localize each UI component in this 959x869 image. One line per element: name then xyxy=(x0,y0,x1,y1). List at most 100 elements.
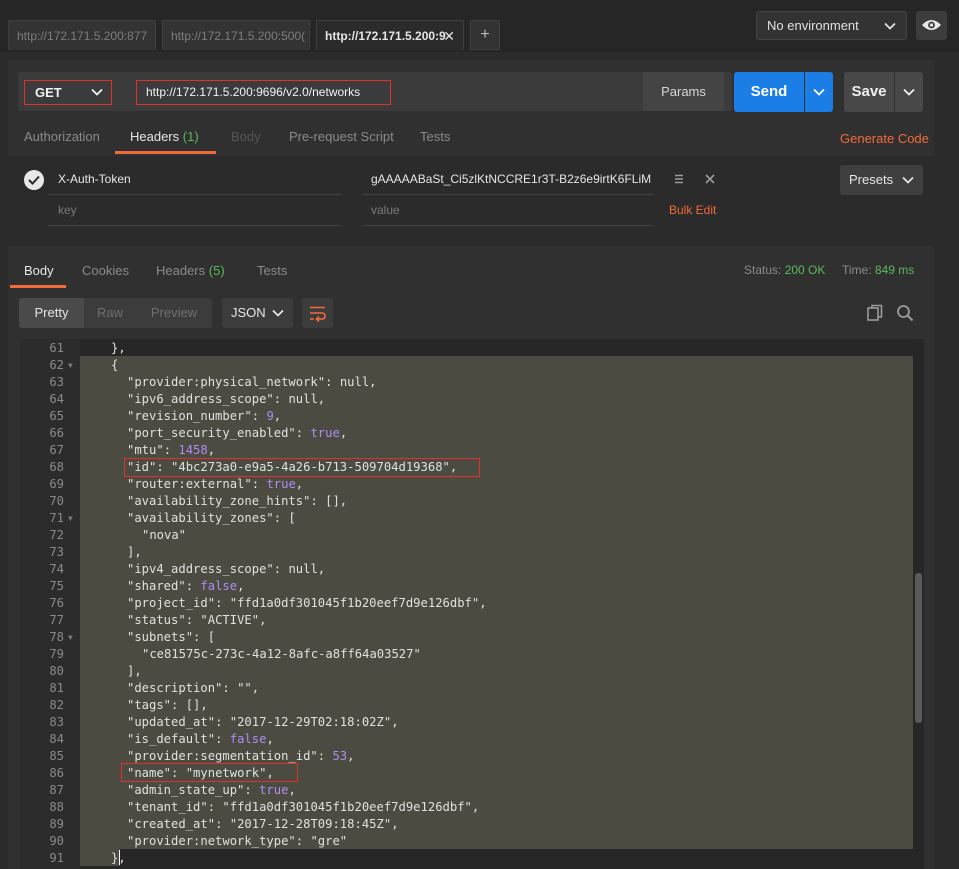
header-key-input[interactable]: X-Auth-Token xyxy=(48,168,342,195)
wrap-lines-button[interactable] xyxy=(302,298,333,328)
editor-scrollbar-thumb[interactable] xyxy=(915,573,922,723)
code-token: , xyxy=(237,579,245,593)
active-tab-indicator xyxy=(115,151,216,154)
code-token: : [], xyxy=(310,494,348,508)
code-token: "project_id" xyxy=(127,596,216,610)
code-token: , xyxy=(479,596,487,610)
drag-handle-icon[interactable] xyxy=(673,173,685,185)
request-tab-2[interactable]: http://172.171.5.200:500( xyxy=(162,20,310,50)
header-enabled-checkbox[interactable] xyxy=(24,170,44,190)
annotation-box-name xyxy=(121,763,298,782)
response-tab-cookies[interactable]: Cookies xyxy=(82,263,129,278)
code-text: ], xyxy=(127,663,142,680)
code-token: "port_security_enabled" xyxy=(127,426,296,440)
line-number: 77 xyxy=(49,613,64,627)
url-input[interactable]: http://172.171.5.200:9696/v2.0/networks xyxy=(136,80,391,105)
code-text: "subnets": [ xyxy=(127,629,215,646)
view-raw-button[interactable]: Raw xyxy=(84,298,136,328)
code-token: : xyxy=(163,443,179,457)
tab-body[interactable]: Body xyxy=(231,129,261,144)
code-token: "ipv6_address_scope" xyxy=(127,392,274,406)
line-number: 63 xyxy=(49,375,64,389)
generate-code-link[interactable]: Generate Code xyxy=(840,131,929,146)
method-select[interactable]: GET xyxy=(24,80,112,105)
code-line: 79 "ce81575c-273c-4a12-8afc-a8ff64a03527" xyxy=(20,646,910,663)
new-header-value-input[interactable]: value xyxy=(362,199,654,226)
code-token: : [], xyxy=(171,698,208,712)
code-line: 91}, xyxy=(20,850,910,867)
code-token: : xyxy=(215,596,230,610)
code-token: "provider:network_type" xyxy=(127,834,296,848)
tab-prerequest-script[interactable]: Pre-request Script xyxy=(289,129,394,144)
params-button[interactable]: Params xyxy=(642,72,724,111)
code-token: null xyxy=(288,562,318,576)
chevron-down-icon xyxy=(813,88,825,96)
presets-select[interactable]: Presets xyxy=(840,165,923,195)
environment-select[interactable]: No environment xyxy=(756,11,907,40)
tab-tests[interactable]: Tests xyxy=(420,129,450,144)
close-tab-icon[interactable]: ✕ xyxy=(443,21,455,50)
line-number: 69 xyxy=(49,477,64,491)
search-icon[interactable] xyxy=(896,304,914,322)
line-number: 62 xyxy=(49,358,64,372)
copy-icon[interactable] xyxy=(866,304,884,322)
send-button[interactable]: Send xyxy=(734,72,804,112)
delete-header-icon[interactable] xyxy=(703,172,717,186)
code-token: true xyxy=(259,783,289,797)
code-token: "router:external" xyxy=(127,477,252,491)
response-tab-headers[interactable]: Headers (5) xyxy=(156,263,225,278)
code-text: "tenant_id": "ffd1a0df301045f1b20eef7d9e… xyxy=(127,799,479,816)
code-line: 77 "status": "ACTIVE", xyxy=(20,612,910,629)
code-token: , xyxy=(251,681,260,695)
fold-toggle-icon[interactable]: ▼ xyxy=(68,357,73,374)
code-token: : [ xyxy=(193,630,216,644)
tab-headers[interactable]: Headers (1) xyxy=(130,129,199,144)
code-token: "availability_zones" xyxy=(127,511,274,525)
response-headers-count-badge: (5) xyxy=(208,263,225,278)
code-line: 90 "provider:network_type": "gre" xyxy=(20,833,910,850)
code-token: "nova" xyxy=(142,528,187,542)
view-preview-button[interactable]: Preview xyxy=(136,298,212,328)
code-line: 67 "mtu": 1458, xyxy=(20,442,910,459)
request-tab-active[interactable]: http://172.171.5.200:9 ✕ xyxy=(316,20,464,50)
view-pretty-button[interactable]: Pretty xyxy=(19,298,84,328)
tab-headers-label: Headers xyxy=(130,129,180,144)
save-button[interactable]: Save xyxy=(844,72,894,112)
code-token: "tags" xyxy=(127,698,172,712)
bulk-edit-link[interactable]: Bulk Edit xyxy=(669,203,716,217)
line-number: 78 xyxy=(49,630,64,644)
code-text: "ipv6_address_scope": null, xyxy=(127,391,325,408)
save-options-button[interactable] xyxy=(895,72,923,112)
code-text: "revision_number": 9, xyxy=(127,408,281,425)
code-token: : xyxy=(215,817,230,831)
format-value: JSON xyxy=(231,305,266,320)
code-token: , xyxy=(347,749,355,763)
response-tab-tests[interactable]: Tests xyxy=(257,263,287,278)
send-options-button[interactable] xyxy=(805,72,833,112)
new-tab-button[interactable]: + xyxy=(470,20,500,50)
code-token: "mtu" xyxy=(127,443,164,457)
code-line: 88 "tenant_id": "ffd1a0df301045f1b20eef7d… xyxy=(20,799,910,816)
code-token: "ce81575c-273c-4a12-8afc-a8ff64a03527" xyxy=(142,647,421,661)
code-line: 84 "is_default": false, xyxy=(20,731,910,748)
environment-quick-look-button[interactable] xyxy=(916,11,947,40)
active-response-tab-indicator xyxy=(10,285,66,288)
fold-toggle-icon[interactable]: ▼ xyxy=(68,510,73,527)
code-text: "tags": [], xyxy=(127,697,208,714)
code-token: : xyxy=(273,392,289,406)
fold-toggle-icon[interactable]: ▼ xyxy=(68,629,73,646)
line-number: 82 xyxy=(49,698,64,712)
response-tab-body[interactable]: Body xyxy=(24,263,54,278)
request-tab-label: http://172.171.5.200:877 xyxy=(17,29,148,43)
code-token: : [ xyxy=(273,511,296,525)
line-number: 85 xyxy=(49,749,64,763)
code-token: : xyxy=(207,800,223,814)
header-value-input[interactable]: gAAAAABaSt_Ci5zlKtNCCRE1r3T-B2z6e9irtK6F… xyxy=(362,168,654,195)
tab-authorization[interactable]: Authorization xyxy=(24,129,100,144)
line-number: 83 xyxy=(49,715,64,729)
format-select[interactable]: JSON xyxy=(222,298,293,328)
line-number: 75 xyxy=(49,579,64,593)
request-tab-1[interactable]: http://172.171.5.200:877 xyxy=(8,20,156,50)
code-token: : xyxy=(215,715,230,729)
new-header-key-input[interactable]: key xyxy=(48,199,342,226)
